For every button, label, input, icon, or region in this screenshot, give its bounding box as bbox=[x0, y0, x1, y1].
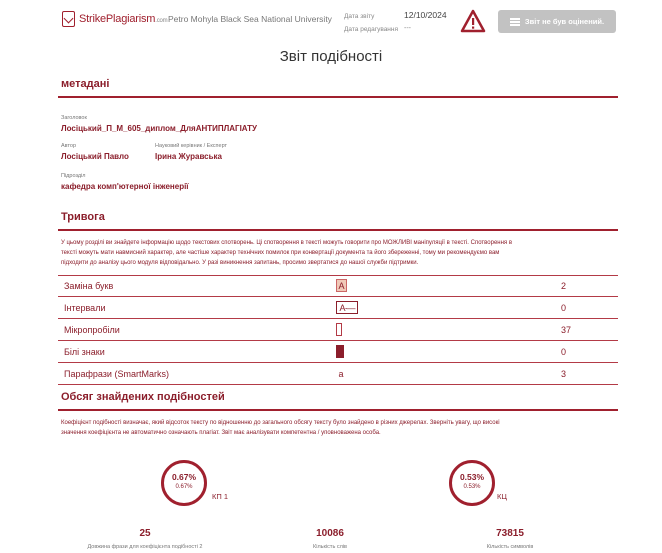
alarm-row-name: Мікропробіли bbox=[64, 325, 120, 335]
supervisor-value: Ірина Журавська bbox=[155, 152, 222, 161]
similarity-divider bbox=[58, 409, 618, 411]
brand-suffix: .com bbox=[155, 18, 168, 24]
unit-label: Підрозділ bbox=[61, 173, 86, 179]
stat-caption: Довжина фрази для коефіцієнта подібності… bbox=[87, 544, 203, 550]
alarm-section-title: Тривога bbox=[61, 211, 105, 223]
title-label: Заголовок bbox=[61, 115, 87, 121]
white-characters-icon bbox=[336, 345, 344, 358]
report-header: StrikePlagiarism.com Petro Mohyla Black … bbox=[0, 0, 662, 44]
similarity-description: Коефіцієнт подібності визначає, який від… bbox=[61, 420, 500, 436]
kc-label: КЦ bbox=[497, 492, 507, 501]
kc-sub-value: 0.53% bbox=[463, 484, 481, 490]
alarm-description: У цьому розділі ви знайдете інформацію щ… bbox=[61, 240, 513, 266]
stat-character-count: 73815 Кількість символів bbox=[455, 528, 565, 550]
alarm-row-intervals[interactable]: Інтервали A·— 0 bbox=[58, 298, 618, 319]
similarity-coefficient-kc-circle: 0.53% 0.53% bbox=[449, 460, 495, 506]
warning-triangle-icon[interactable] bbox=[460, 9, 486, 33]
alarm-row-microspaces[interactable]: Мікропробіли 37 bbox=[58, 320, 618, 341]
stat-caption: Кількість слів bbox=[313, 544, 347, 550]
alarm-row-count: 37 bbox=[561, 325, 572, 335]
university-name: Petro Mohyla Black Sea National Universi… bbox=[168, 14, 332, 24]
alarm-row-count: 3 bbox=[561, 369, 567, 379]
stat-caption: Кількість символів bbox=[486, 544, 534, 550]
title-value: Лосіцький_П_М_605_диплом_ДляАНТИПЛАГІАТУ bbox=[61, 124, 258, 133]
intervals-icon: A·— bbox=[336, 301, 358, 314]
supervisor-label: Науковий керівник / Експерт bbox=[155, 143, 228, 149]
alarm-row-name: Білі знаки bbox=[64, 347, 105, 357]
brand-name: StrikePlagiarism bbox=[79, 13, 156, 25]
kc-value: 0.53% bbox=[459, 472, 485, 482]
alarm-row-name: Заміна букв bbox=[64, 281, 114, 291]
not-rated-label: Звіт не був оцінений. bbox=[524, 17, 605, 26]
kp1-value: 0.67% bbox=[171, 472, 197, 482]
strikeplagiarism-logo[interactable]: StrikePlagiarism.com bbox=[62, 11, 168, 27]
metadata-section-title: метадані bbox=[61, 78, 110, 90]
metadata-divider bbox=[58, 96, 618, 98]
kp1-sub-value: 0.67% bbox=[175, 484, 193, 490]
report-title: Звіт подібності bbox=[279, 48, 383, 65]
similarity-coefficient-1-circle: 0.67% 0.67% bbox=[161, 460, 207, 506]
report-date-value: 12/10/2024 bbox=[404, 10, 447, 20]
alarm-row-letter-replacement[interactable]: Заміна букв A 2 bbox=[58, 276, 618, 297]
kp1-label: КП 1 bbox=[212, 492, 229, 501]
author-label: Автор bbox=[61, 143, 77, 149]
stat-value: 10086 bbox=[316, 528, 344, 539]
alarm-row-paraphrases[interactable]: Парафрази (SmartMarks) a 3 bbox=[58, 364, 618, 385]
letter-replacement-icon: A bbox=[336, 279, 347, 292]
stat-value: 73815 bbox=[496, 528, 524, 539]
alarm-row-name: Парафрази (SmartMarks) bbox=[64, 369, 169, 379]
similarity-section-title: Обсяг знайдених подібностей bbox=[61, 391, 225, 403]
alarm-row-count: 0 bbox=[561, 303, 567, 313]
paraphrases-icon: a bbox=[338, 368, 344, 379]
edit-date-label: Дата редагування bbox=[344, 26, 399, 33]
unit-value: кафедра комп'ютерної інженерії bbox=[61, 182, 189, 191]
microspaces-icon bbox=[336, 323, 342, 336]
author-value: Лосіцький Павло bbox=[61, 152, 129, 161]
not-rated-button[interactable]: Звіт не був оцінений. bbox=[498, 10, 616, 33]
stat-word-count: 10086 Кількість слів bbox=[275, 528, 385, 550]
alarm-row-name: Інтервали bbox=[64, 303, 106, 313]
alarm-divider bbox=[58, 229, 618, 231]
stat-value: 25 bbox=[139, 528, 151, 539]
alarm-row-count: 2 bbox=[561, 281, 567, 291]
report-date-label: Дата звіту bbox=[344, 13, 375, 20]
edit-date-value: --- bbox=[404, 25, 411, 32]
logo-icon bbox=[62, 11, 75, 27]
alarm-row-white-characters[interactable]: Білі знаки 0 bbox=[58, 342, 618, 363]
stat-phrase-length: 25 Довжина фрази для коефіцієнта подібно… bbox=[60, 528, 230, 550]
alarm-row-count: 0 bbox=[561, 347, 567, 357]
list-icon bbox=[509, 17, 520, 26]
